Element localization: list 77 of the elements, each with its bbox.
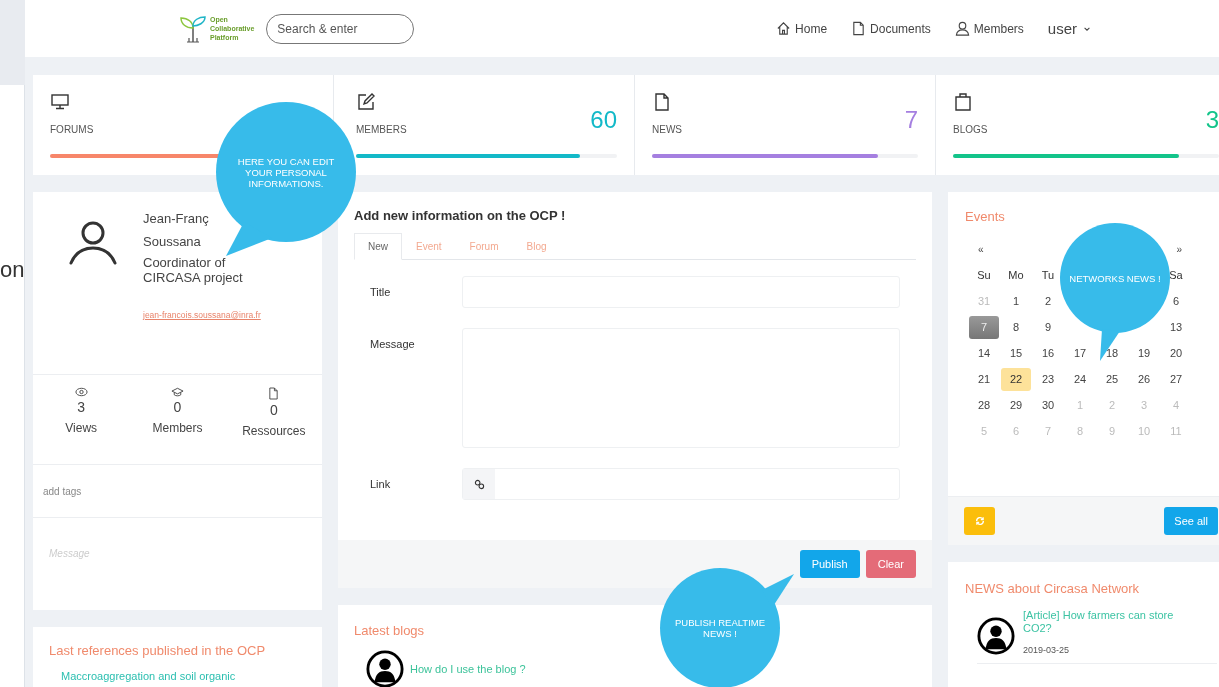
- calendar-day[interactable]: 28: [969, 393, 999, 417]
- stat-label: MEMBERS: [356, 124, 407, 135]
- stat-count: 3: [1205, 106, 1219, 134]
- stat-count: 60: [590, 106, 617, 134]
- calendar-day[interactable]: 13: [1161, 315, 1191, 339]
- sprout-logo-icon: [178, 13, 208, 44]
- house-icon: [776, 21, 792, 36]
- weekday-label: Mo: [1007, 269, 1025, 281]
- field-label: Message: [370, 337, 416, 350]
- news-date: 2019-03-25: [1023, 645, 1071, 655]
- calendar-day[interactable]: 30: [1033, 393, 1063, 417]
- calendar-day[interactable]: 27: [1161, 367, 1191, 391]
- person-icon: [954, 21, 970, 36]
- counter-value: 0: [173, 399, 182, 415]
- field-label: Title: [370, 285, 392, 298]
- background-text: on: [0, 257, 24, 283]
- monitor-icon: [50, 92, 70, 112]
- calendar-day[interactable]: 21: [969, 367, 999, 391]
- stat-label: NEWS: [652, 124, 682, 135]
- weekday-label: Su: [976, 269, 992, 281]
- profile-name: Jean-Franç: [143, 210, 210, 228]
- calendar-day[interactable]: 14: [969, 341, 999, 365]
- card-title: Add new information on the OCP !: [354, 208, 567, 223]
- calendar-day[interactable]: 17: [1065, 341, 1095, 365]
- weekday-label: Sa: [1168, 269, 1184, 281]
- calendar-day[interactable]: 8: [1001, 315, 1031, 339]
- graduation-cap-icon: [171, 387, 184, 397]
- callout-text: HERE YOU CAN EDIT YOUR PERSONAL INFORMATIONS.: [236, 155, 336, 189]
- profile-name: Soussana: [143, 233, 202, 251]
- previous-month-button[interactable]: «: [978, 244, 984, 262]
- stat-count: 7: [904, 106, 918, 134]
- callout-text: PUBLISH REALTIME NEWS !: [673, 617, 767, 639]
- nav-link[interactable]: Home: [776, 21, 828, 36]
- calendar-day[interactable]: 22: [1001, 367, 1031, 391]
- card-title: Latest blogs: [354, 623, 425, 638]
- calendar-day[interactable]: 20: [1161, 341, 1191, 365]
- calendar-day[interactable]: 24: [1065, 367, 1095, 391]
- link-field[interactable]: [462, 468, 900, 500]
- search-field[interactable]: Search & enter: [266, 13, 415, 44]
- counter-value: 0: [269, 402, 278, 418]
- next-month-button[interactable]: »: [1176, 244, 1182, 262]
- calendar-day[interactable]: 23: [1033, 367, 1063, 391]
- link-icon: [473, 478, 485, 490]
- nav-link[interactable]: Documents: [851, 21, 931, 36]
- nav-link[interactable]: Members: [954, 21, 1024, 36]
- calendar-day[interactable]: 1: [1001, 289, 1031, 313]
- counter-label: Ressources: [242, 424, 306, 438]
- weekday-label: Tu: [1040, 269, 1056, 281]
- clipboard-icon: [953, 92, 973, 112]
- stat-label: FORUMS: [50, 124, 94, 135]
- document-icon: [851, 21, 867, 36]
- counter-label: Views: [65, 421, 98, 435]
- card-title: NEWS about Circasa Network: [965, 581, 1140, 596]
- document-icon: [268, 387, 280, 400]
- counter-label: Members: [152, 421, 203, 435]
- refresh-button[interactable]: [964, 507, 995, 535]
- eye-icon: [74, 387, 88, 397]
- calendar-day[interactable]: 15: [1001, 341, 1031, 365]
- calendar-day[interactable]: 16: [1033, 341, 1063, 365]
- field-label: Link: [370, 477, 392, 490]
- calendar-day[interactable]: 18: [1097, 341, 1127, 365]
- user-menu[interactable]: user: [1047, 20, 1091, 37]
- calendar-day[interactable]: 25: [1097, 367, 1127, 391]
- card-title: Events: [965, 209, 1005, 224]
- counter-value: 3: [77, 399, 86, 415]
- profile-role: Coordinator of CIRCASA project: [143, 255, 244, 285]
- calendar-day[interactable]: 19: [1129, 341, 1159, 365]
- tab[interactable]: New: [354, 233, 402, 260]
- edit-icon: [356, 92, 376, 112]
- stat-label: BLOGS: [953, 124, 988, 135]
- avatar-silhouette-icon: [977, 617, 1015, 655]
- calendar-day[interactable]: 26: [1129, 367, 1159, 391]
- refresh-icon: [974, 516, 985, 526]
- calendar-day[interactable]: 29: [1001, 393, 1031, 417]
- document-icon: [652, 92, 672, 112]
- card-title: Last references published in the OCP: [49, 643, 266, 658]
- callout-text: NETWORKS NEWS !: [1068, 272, 1162, 284]
